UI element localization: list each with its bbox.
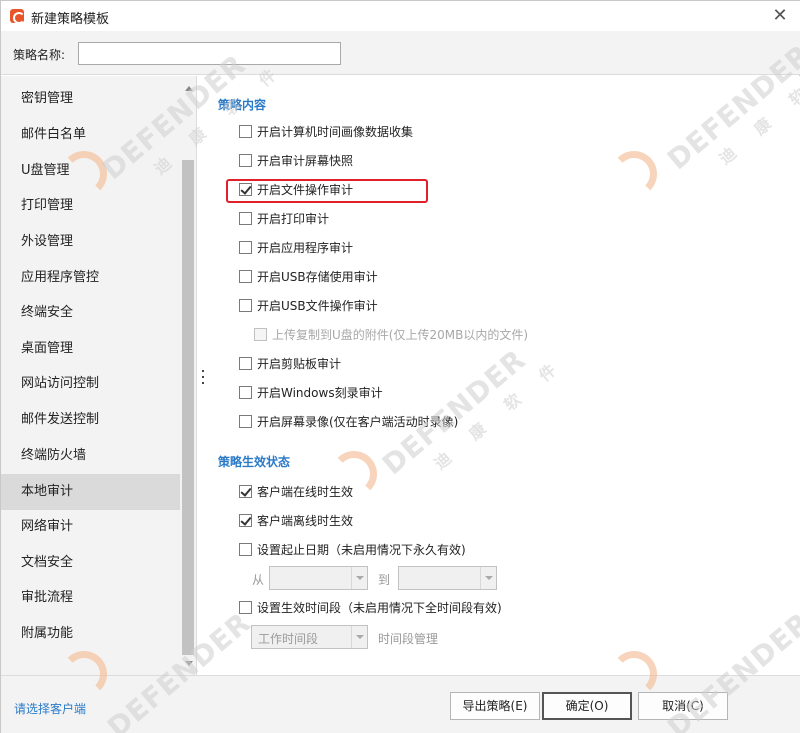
option-offline-effective[interactable]: 客户端离线时生效 [239, 511, 353, 529]
option-windows-burn-audit[interactable]: 开启Windows刻录审计 [239, 383, 383, 401]
sidebar-item-mail-send-control[interactable]: 邮件发送控制 [1, 402, 180, 438]
checkbox-checked[interactable] [239, 513, 252, 527]
checkbox[interactable] [239, 269, 252, 283]
to-label: 到 [378, 573, 391, 587]
checkbox[interactable] [239, 153, 252, 167]
chevron-down-icon[interactable] [480, 567, 496, 589]
checkbox[interactable] [239, 414, 252, 428]
option-label: 设置起止日期（未启用情况下永久有效) [257, 542, 466, 557]
option-application-audit[interactable]: 开启应用程序审计 [239, 238, 353, 256]
sidebar-item-key-management[interactable]: 密钥管理 [1, 81, 180, 117]
option-label: 开启审计屏幕快照 [257, 153, 354, 168]
cancel-button[interactable]: 取消(C) [638, 692, 728, 720]
option-label: 开启打印审计 [257, 211, 330, 226]
sidebar-item-website-access-control[interactable]: 网站访问控制 [1, 366, 180, 402]
option-time-period[interactable]: 设置生效时间段（未启用情况下全时间段有效) [239, 598, 502, 616]
sidebar-item-endpoint-firewall[interactable]: 终端防火墙 [1, 438, 180, 474]
option-label: 上传复制到U盘的附件(仅上传20MB以内的文件) [272, 327, 529, 342]
checkbox[interactable] [239, 298, 252, 312]
option-label: 开启屏幕录像(仅在客户端活动时录像) [257, 414, 459, 429]
title-bar: 新建策略模板 ✕ [1, 1, 800, 31]
close-icon[interactable]: ✕ [769, 5, 791, 27]
policy-name-input[interactable] [78, 42, 341, 65]
option-label: 开启Windows刻录审计 [257, 385, 383, 400]
section-title-policy-status: 策略生效状态 [218, 455, 291, 469]
option-screen-snapshot[interactable]: 开启审计屏幕快照 [239, 151, 353, 169]
chevron-down-icon[interactable] [351, 567, 367, 589]
app-logo-icon [10, 9, 25, 24]
scroll-up-arrow-icon[interactable] [185, 86, 193, 91]
select-client-link[interactable]: 请选择客户端 [14, 700, 86, 717]
checkbox-checked[interactable] [239, 182, 252, 196]
sidebar-item-network-audit[interactable]: 网络审计 [1, 509, 180, 545]
policy-name-row: 策略名称: [1, 31, 800, 75]
sidebar-item-usb-management[interactable]: U盘管理 [1, 153, 180, 189]
time-period-select[interactable]: 工作时间段 [251, 625, 368, 649]
from-label: 从 [252, 573, 265, 587]
option-usb-file-audit[interactable]: 开启USB文件操作审计 [239, 296, 378, 314]
option-label: 开启USB存储使用审计 [257, 269, 378, 284]
checkbox[interactable] [239, 211, 252, 225]
sidebar-item-auxiliary-functions[interactable]: 附属功能 [1, 616, 180, 652]
checkbox[interactable] [239, 124, 252, 138]
chevron-down-icon[interactable] [351, 626, 367, 648]
option-time-profile[interactable]: 开启计算机时间画像数据收集 [239, 122, 413, 140]
option-file-operation-audit[interactable]: 开启文件操作审计 [239, 180, 353, 198]
sidebar: 密钥管理 邮件白名单 U盘管理 打印管理 外设管理 应用程序管控 终端安全 桌面… [1, 76, 197, 675]
splitter-handle-icon[interactable] [201, 370, 205, 384]
option-date-range[interactable]: 设置起止日期（未启用情况下永久有效) [239, 540, 466, 558]
checkbox-checked[interactable] [239, 484, 252, 498]
sidebar-scroll-thumb[interactable] [182, 160, 194, 655]
sidebar-item-document-security[interactable]: 文档安全 [1, 545, 180, 581]
sidebar-item-approval-process[interactable]: 审批流程 [1, 580, 180, 616]
option-label: 开启计算机时间画像数据收集 [257, 124, 414, 139]
sidebar-item-mail-whitelist[interactable]: 邮件白名单 [1, 117, 180, 153]
time-period-management-link[interactable]: 时间段管理 [378, 630, 438, 647]
option-label: 开启文件操作审计 [257, 182, 354, 197]
window-title: 新建策略模板 [31, 12, 110, 27]
sidebar-item-application-control[interactable]: 应用程序管控 [1, 260, 180, 296]
option-screen-recording[interactable]: 开启屏幕录像(仅在客户端活动时录像) [239, 412, 458, 430]
option-print-audit[interactable]: 开启打印审计 [239, 209, 329, 227]
checkbox-disabled [254, 327, 267, 341]
option-usb-storage-audit[interactable]: 开启USB存储使用审计 [239, 267, 378, 285]
option-label: 开启剪贴板审计 [257, 356, 342, 371]
export-policy-button[interactable]: 导出策略(E) [450, 692, 540, 720]
scroll-down-arrow-icon[interactable] [185, 661, 193, 666]
checkbox[interactable] [239, 385, 252, 399]
option-label: 开启USB文件操作审计 [257, 298, 378, 313]
option-label: 客户端在线时生效 [257, 484, 354, 499]
option-online-effective[interactable]: 客户端在线时生效 [239, 482, 353, 500]
option-label: 客户端离线时生效 [257, 513, 354, 528]
policy-content-panel: 策略内容 开启计算机时间画像数据收集 开启审计屏幕快照 开启文件操作审计 开启打… [206, 76, 800, 675]
section-title-policy-content: 策略内容 [218, 98, 267, 112]
dialog-footer: 请选择客户端 导出策略(E) 确定(O) 取消(C) [1, 675, 800, 733]
sidebar-item-local-audit[interactable]: 本地审计 [1, 474, 180, 510]
option-label: 设置生效时间段（未启用情况下全时间段有效) [257, 600, 502, 615]
policy-name-label: 策略名称: [13, 48, 66, 62]
sidebar-item-desktop-management[interactable]: 桌面管理 [1, 331, 180, 367]
checkbox[interactable] [239, 240, 252, 254]
start-date-select[interactable] [269, 566, 368, 590]
time-period-value: 工作时间段 [258, 632, 319, 646]
sidebar-item-endpoint-security[interactable]: 终端安全 [1, 295, 180, 331]
ok-button[interactable]: 确定(O) [542, 692, 632, 720]
option-upload-usb-attachments: 上传复制到U盘的附件(仅上传20MB以内的文件) [254, 325, 528, 343]
sidebar-item-peripheral-management[interactable]: 外设管理 [1, 224, 180, 260]
sidebar-item-print-management[interactable]: 打印管理 [1, 188, 180, 224]
end-date-select[interactable] [398, 566, 497, 590]
option-label: 开启应用程序审计 [257, 240, 354, 255]
new-policy-template-dialog: 新建策略模板 ✕ 策略名称: 密钥管理 邮件白名单 U盘管理 打印管理 外设管理… [0, 0, 800, 733]
checkbox[interactable] [239, 600, 252, 614]
option-clipboard-audit[interactable]: 开启剪贴板审计 [239, 354, 341, 372]
checkbox[interactable] [239, 356, 252, 370]
checkbox[interactable] [239, 542, 252, 556]
